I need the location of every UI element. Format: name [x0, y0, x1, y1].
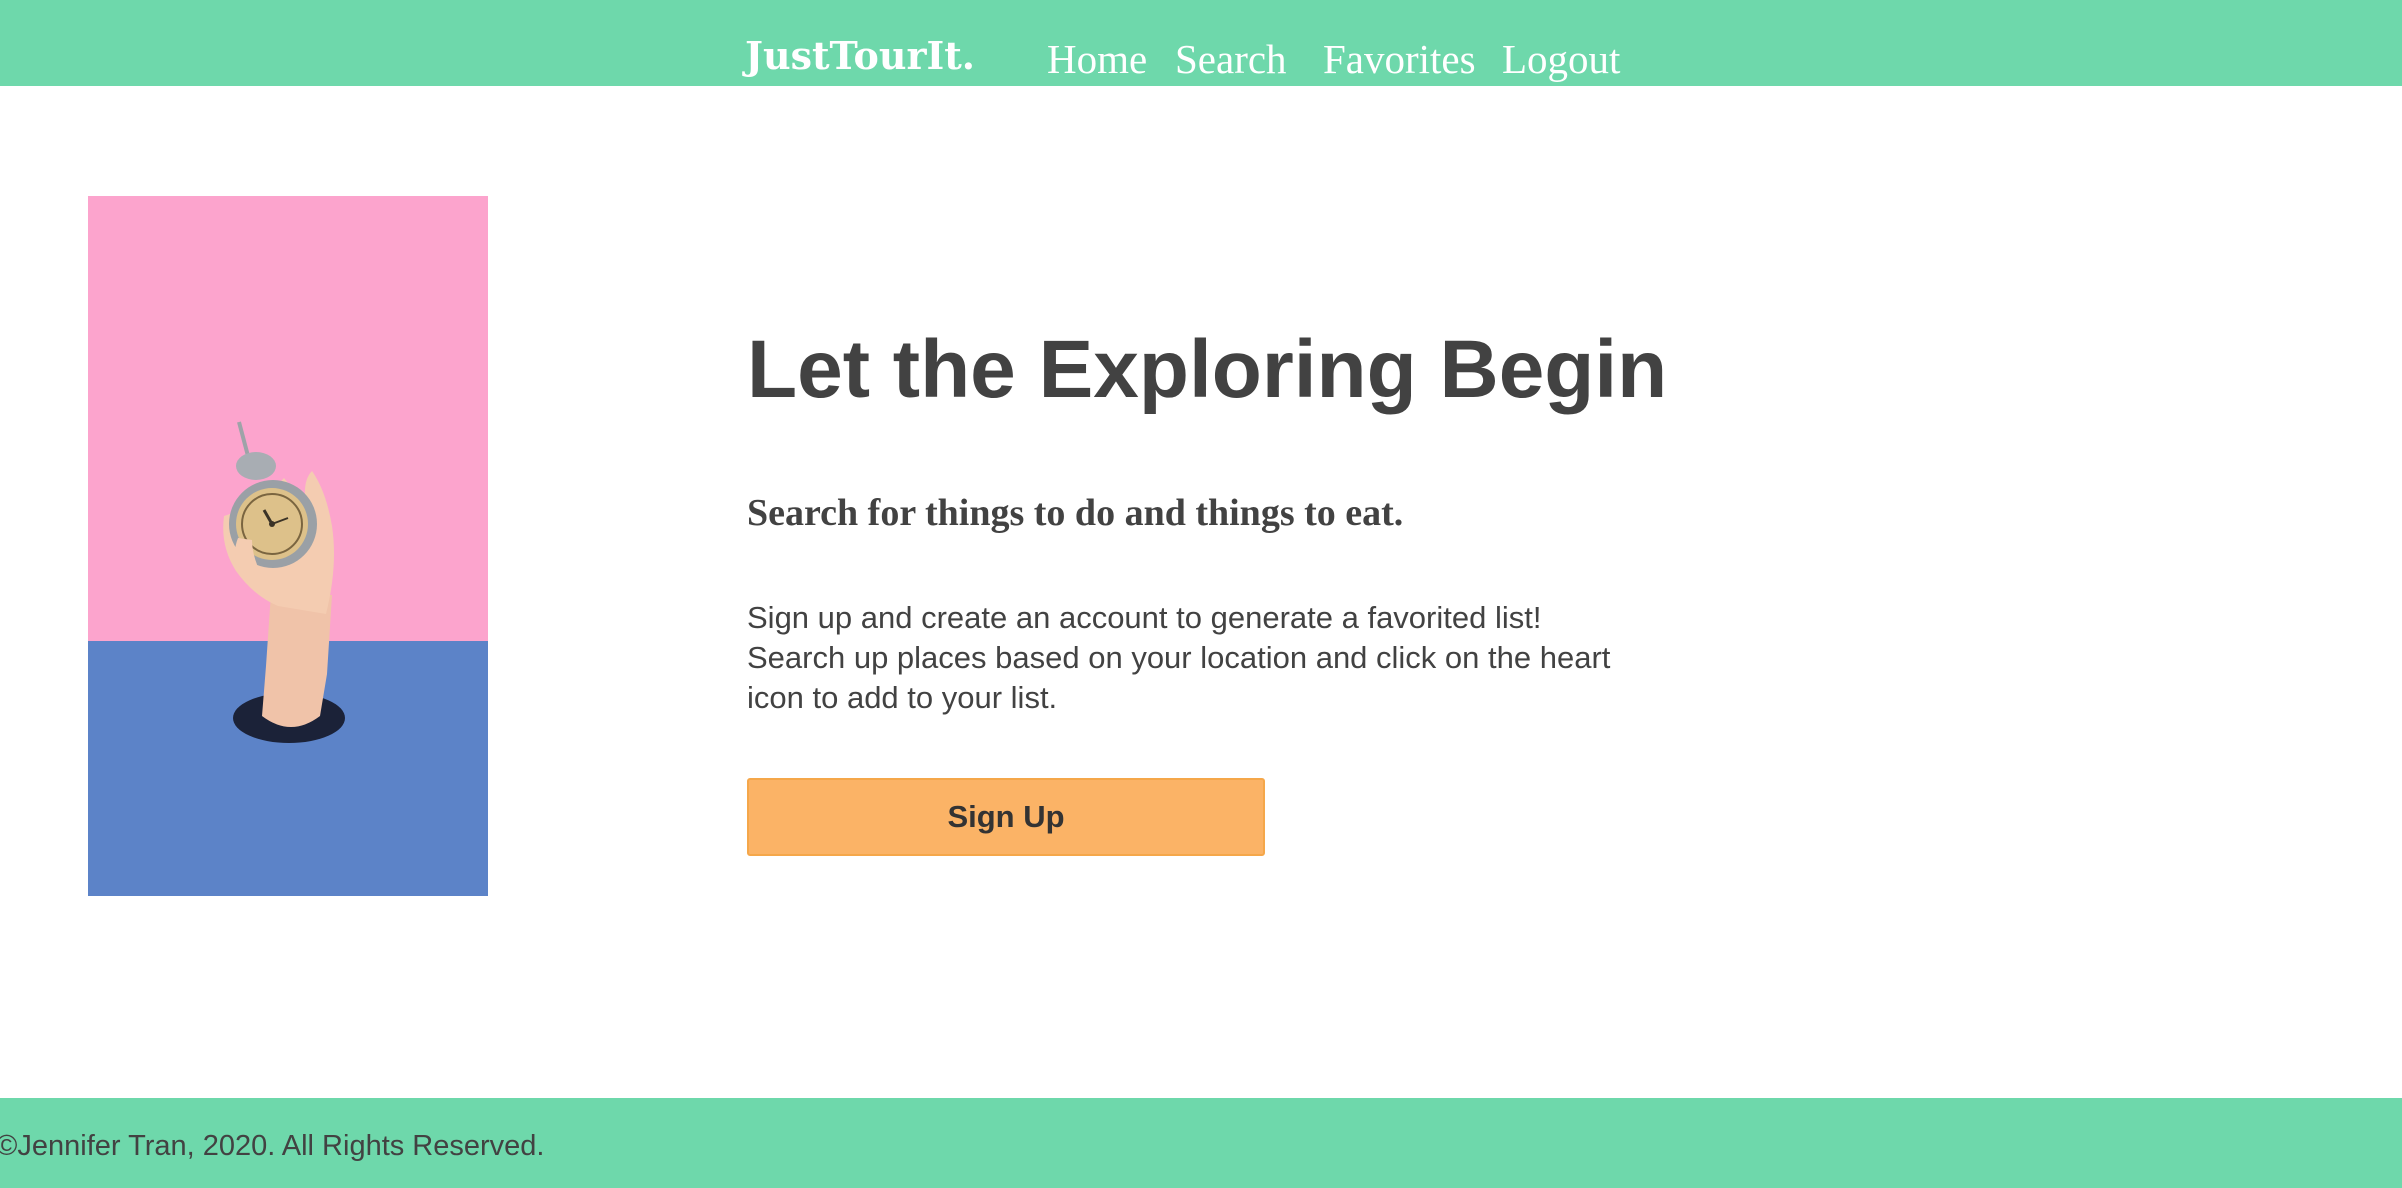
- hero-description: Sign up and create an account to generat…: [747, 600, 1611, 715]
- hero-title: Let the Exploring Begin: [747, 324, 1668, 415]
- sign-up-button[interactable]: Sign Up: [747, 778, 1265, 856]
- footer: ©Jennifer Tran, 2020. All Rights Reserve…: [0, 1098, 2402, 1188]
- nav-search-link[interactable]: Search: [1175, 36, 1287, 82]
- top-navbar: JustTourIt. Home Search Favorites Logout: [0, 0, 2402, 86]
- hero-subtitle: Search for things to do and things to ea…: [747, 492, 1404, 534]
- nav-home-link[interactable]: Home: [1047, 36, 1147, 82]
- hero-image: [88, 196, 488, 896]
- nav-favorites-link[interactable]: Favorites: [1323, 36, 1476, 82]
- brand-logo-link[interactable]: JustTourIt.: [745, 34, 975, 78]
- footer-copyright-text: ©Jennifer Tran, 2020. All Rights Reserve…: [0, 1130, 545, 1162]
- alarm-clock-center: [269, 521, 275, 527]
- alarm-clock-bell: [236, 452, 276, 480]
- nav-logout-link[interactable]: Logout: [1502, 36, 1620, 82]
